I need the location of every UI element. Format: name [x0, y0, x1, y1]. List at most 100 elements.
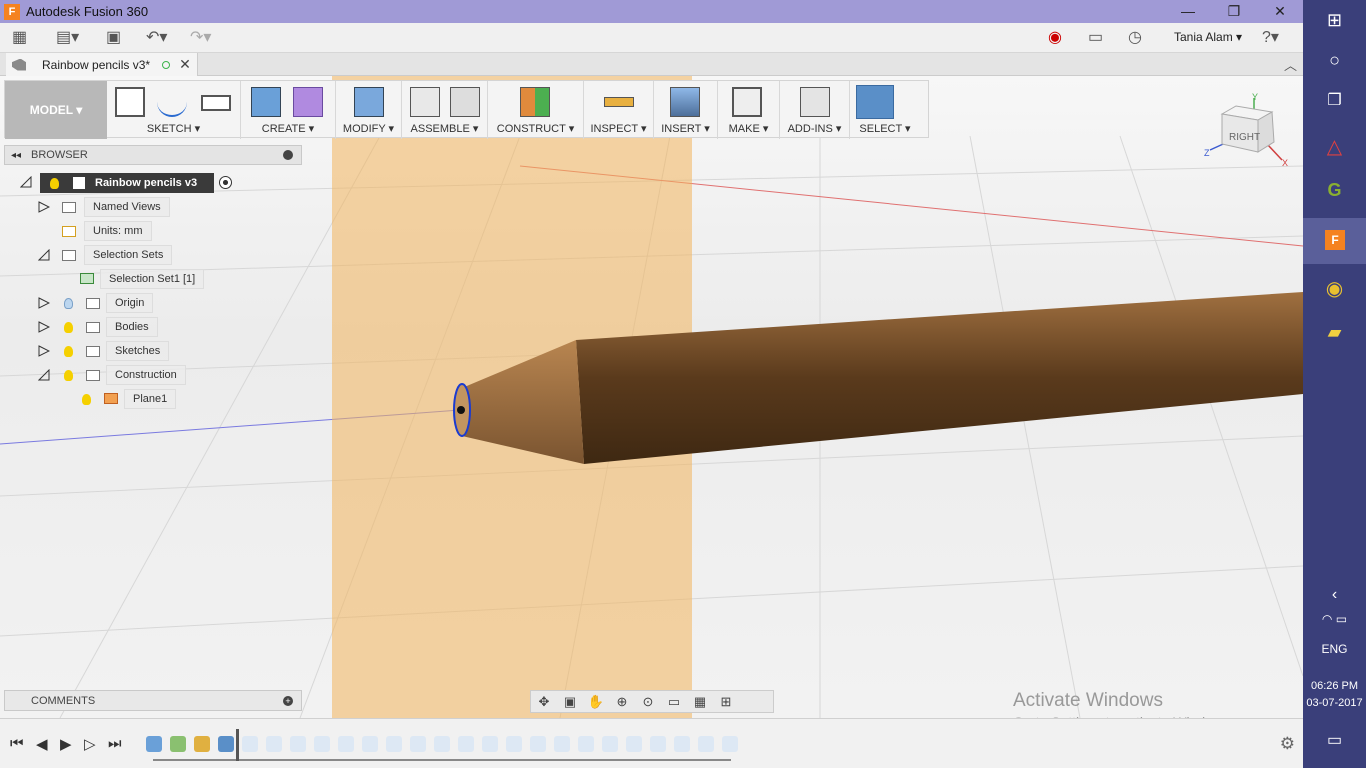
go-to-start-icon[interactable]: ⏮ [10, 735, 24, 752]
visibility-bulb-icon[interactable] [64, 298, 73, 309]
clock-icon[interactable]: ◷ [1128, 28, 1142, 48]
timeline-feature-icon[interactable] [722, 736, 738, 752]
help-icon[interactable]: ?▾ [1262, 28, 1279, 48]
timeline-feature-icon[interactable] [410, 736, 426, 752]
press-pull-icon[interactable] [354, 87, 384, 117]
tree-item-sketches[interactable]: Sketches [106, 341, 170, 361]
timeline-feature-icon[interactable] [170, 736, 186, 752]
expand-triangle-icon[interactable] [38, 297, 50, 309]
tree-item-root[interactable]: Rainbow pencils v3 [40, 173, 214, 193]
select-group[interactable]: SELECT ▾ [850, 81, 920, 139]
green-g-app-icon[interactable]: G [1303, 180, 1366, 201]
timeline-feature-icon[interactable] [626, 736, 642, 752]
timeline-feature-icon[interactable] [578, 736, 594, 752]
new-component-icon[interactable] [410, 87, 440, 117]
form-icon[interactable] [293, 87, 323, 117]
scripts-icon[interactable] [800, 87, 830, 117]
timeline-feature-icon[interactable] [530, 736, 546, 752]
assemble-group[interactable]: ASSEMBLE ▾ [402, 81, 488, 139]
timeline-feature-icon[interactable] [194, 736, 210, 752]
sticky-notes-icon[interactable]: ▰ [1303, 322, 1366, 343]
record-icon[interactable]: ◉ [1048, 28, 1062, 48]
task-view-icon[interactable]: ❐ [1303, 90, 1366, 110]
offset-plane-icon[interactable] [520, 87, 550, 117]
sketch-group[interactable]: SKETCH ▾ [107, 81, 241, 139]
tree-item-units[interactable]: Units: mm [84, 221, 152, 241]
visibility-bulb-icon[interactable] [64, 346, 73, 357]
timeline-feature-icon[interactable] [338, 736, 354, 752]
timeline-feature-icon[interactable] [650, 736, 666, 752]
undo-icon[interactable]: ↶▾ [146, 28, 167, 48]
timeline-feature-icon[interactable] [506, 736, 522, 752]
view-cube[interactable]: RIGHT Y Z X [1196, 90, 1292, 170]
cortana-icon[interactable]: ○ [1303, 50, 1366, 71]
tree-item-named-views[interactable]: Named Views [84, 197, 170, 217]
activate-radio-icon[interactable] [219, 176, 232, 189]
document-tab[interactable]: Rainbow pencils v3* ✕ [6, 53, 198, 76]
extrude-icon[interactable] [251, 87, 281, 117]
select-cursor-icon[interactable] [856, 85, 894, 119]
close-tab-icon[interactable]: ✕ [179, 56, 191, 73]
grid-settings-icon[interactable]: ▦ [687, 694, 713, 710]
orbit-icon[interactable]: ✥ [531, 694, 557, 710]
timeline-feature-icon[interactable] [266, 736, 282, 752]
step-forward-icon[interactable]: ▷ [84, 735, 96, 753]
go-to-end-icon[interactable]: ⏭ [108, 735, 122, 752]
tree-item-selection-sets[interactable]: Selection Sets [84, 245, 173, 265]
expand-triangle-icon[interactable] [38, 321, 50, 333]
timeline-feature-icon[interactable] [554, 736, 570, 752]
create-sketch-icon[interactable] [115, 87, 145, 117]
action-center-icon[interactable]: ▭ [1303, 730, 1366, 750]
collapse-chevron-icon[interactable]: ︿ [1284, 55, 1297, 74]
add-comment-icon[interactable]: + [283, 696, 293, 706]
autodesk-app-icon[interactable]: △ [1303, 134, 1366, 159]
tree-item-bodies[interactable]: Bodies [106, 317, 158, 337]
tree-item-plane1[interactable]: Plane1 [124, 389, 177, 409]
timeline-feature-icon[interactable] [674, 736, 690, 752]
expand-triangle-icon[interactable] [38, 249, 50, 261]
browser-header[interactable]: ◂◂ BROWSER [4, 145, 302, 165]
fusion-taskbar-item[interactable]: F [1303, 218, 1366, 264]
timeline-feature-icon[interactable] [482, 736, 498, 752]
windows-start-icon[interactable]: ⊞ [1303, 10, 1366, 31]
timeline-feature-icon[interactable] [314, 736, 330, 752]
visibility-bulb-icon[interactable] [64, 370, 73, 381]
timeline-feature-icon[interactable] [146, 736, 162, 752]
timeline-track[interactable] [153, 759, 731, 761]
timeline-feature-icon[interactable] [218, 736, 234, 752]
timeline-feature-icon[interactable] [362, 736, 378, 752]
timeline-feature-icon[interactable] [698, 736, 714, 752]
visibility-bulb-icon[interactable] [50, 177, 59, 189]
insert-image-icon[interactable] [670, 87, 700, 117]
spline-icon[interactable] [157, 87, 187, 117]
comment-icon[interactable]: ▭ [1088, 28, 1103, 48]
timeline-feature-icon[interactable] [434, 736, 450, 752]
maximize-button[interactable]: ❐ [1211, 0, 1257, 23]
play-icon[interactable]: ▶ [60, 735, 72, 753]
timeline-feature-icon[interactable] [386, 736, 402, 752]
workspace-switcher[interactable]: MODEL ▾ [5, 81, 107, 139]
visibility-bulb-icon[interactable] [82, 394, 91, 405]
tree-item-origin[interactable]: Origin [106, 293, 154, 313]
save-icon[interactable]: ▣ [106, 28, 121, 48]
tree-item-construction[interactable]: Construction [106, 365, 186, 385]
step-back-icon[interactable]: ◀ [36, 735, 48, 753]
chrome-icon[interactable]: ◉ [1303, 276, 1366, 301]
expand-triangle-icon[interactable] [38, 369, 50, 381]
timeline-settings-gear-icon[interactable]: ⚙ [1280, 734, 1295, 754]
user-menu[interactable]: Tania Alam ▾ [1174, 30, 1242, 44]
wifi-battery-icon[interactable]: ◠ ▭ [1303, 612, 1366, 626]
timeline-marker[interactable] [236, 729, 239, 761]
make-group[interactable]: MAKE ▾ [718, 81, 780, 139]
3d-print-icon[interactable] [732, 87, 762, 117]
joint-icon[interactable] [450, 87, 480, 117]
close-window-button[interactable]: ✕ [1257, 0, 1303, 23]
redo-icon[interactable]: ↷▾ [190, 28, 211, 48]
timeline-feature-icon[interactable] [290, 736, 306, 752]
insert-group[interactable]: INSERT ▾ [654, 81, 718, 139]
fit-zoom-icon[interactable]: ⊙ [635, 694, 661, 710]
apps-grid-icon[interactable]: ▦ [12, 28, 27, 48]
create-group[interactable]: CREATE ▾ [241, 81, 336, 139]
expand-triangle-icon[interactable] [38, 201, 50, 213]
comments-panel[interactable]: COMMENTS + [4, 690, 302, 711]
